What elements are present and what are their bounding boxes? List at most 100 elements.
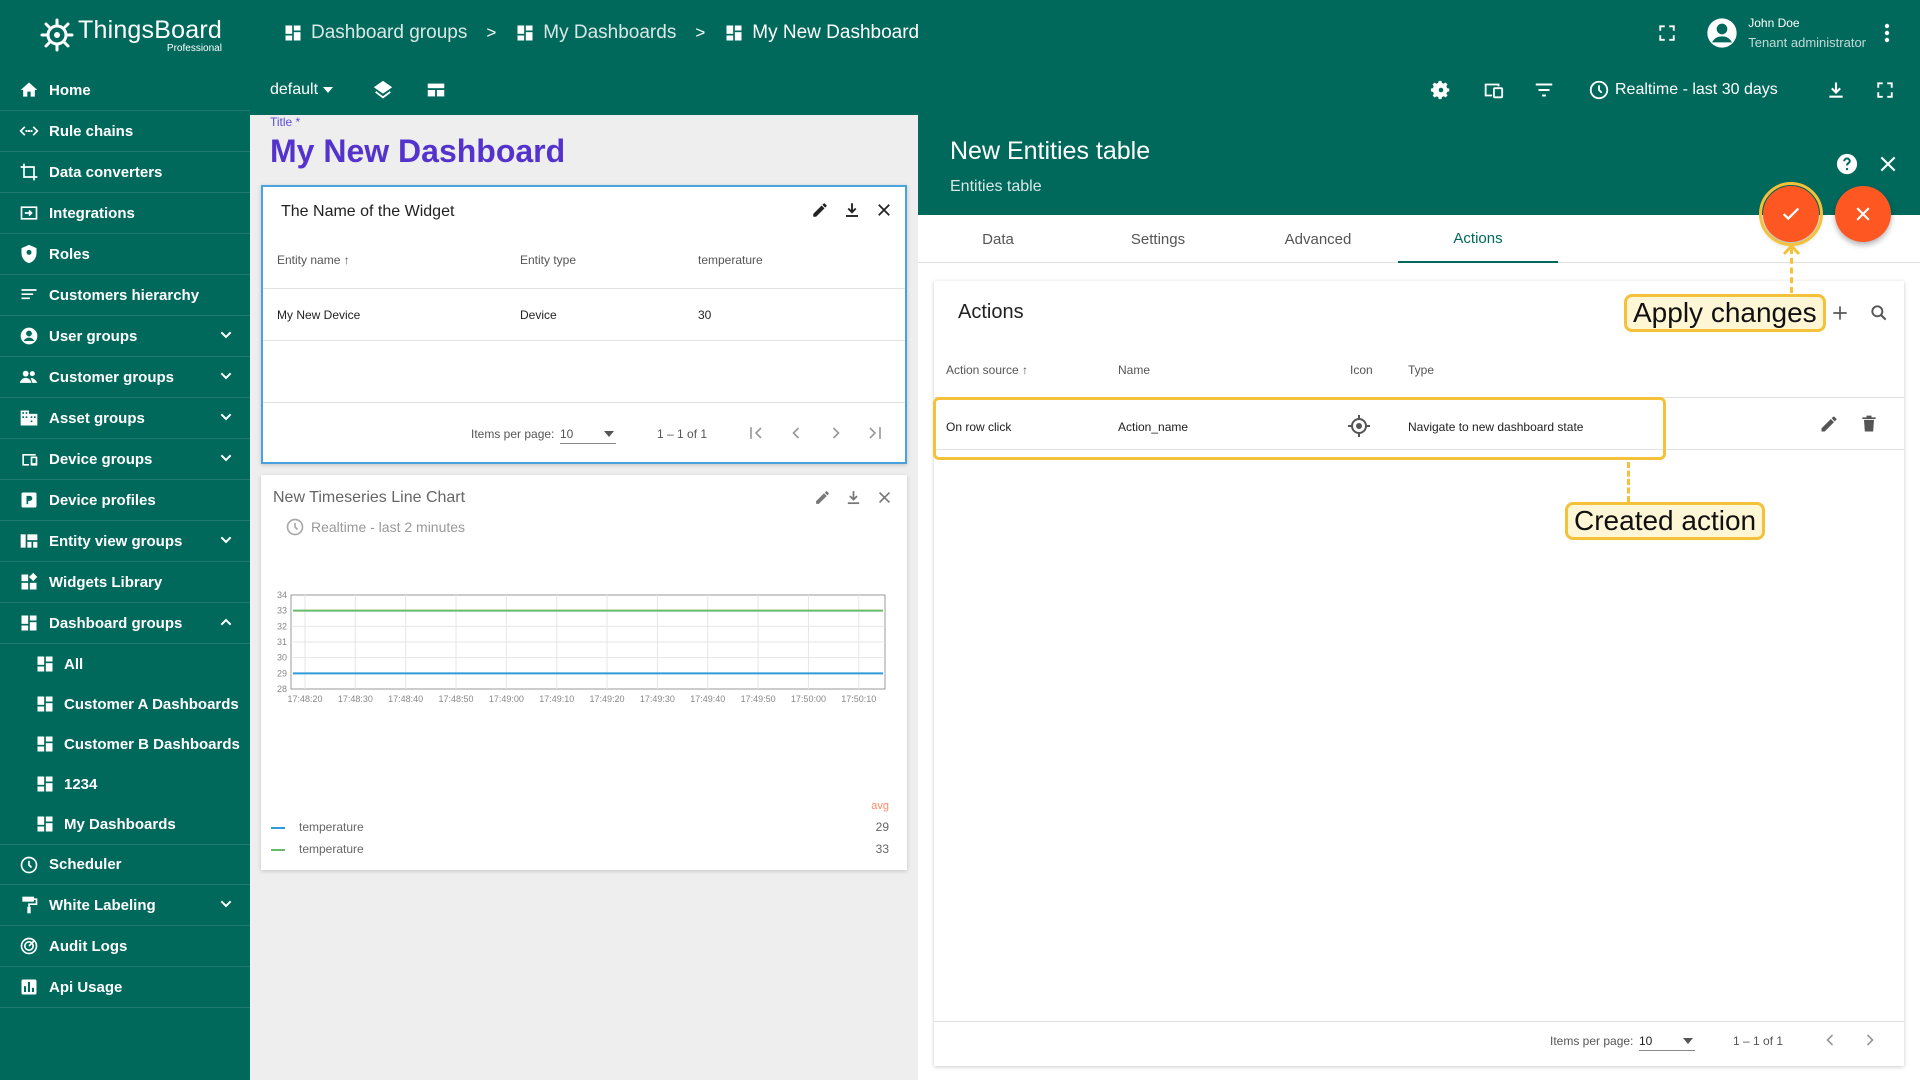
account-icon [18, 325, 40, 347]
timewindow-button[interactable]: Realtime - last 30 days [1588, 65, 1778, 115]
column-header-type[interactable]: Type [1408, 363, 1434, 377]
sidebar-subitem-customer-b[interactable]: Customer B Dashboards [0, 724, 250, 764]
y-tick-label: 28 [277, 684, 287, 694]
sidebar-item-label: Home [49, 81, 91, 99]
sidebar-item-label: Device profiles [49, 491, 156, 509]
chevron-down-icon[interactable] [218, 409, 234, 425]
breadcrumb-dashboard-groups[interactable]: Dashboard groups [283, 22, 467, 44]
settings-button[interactable] [1430, 65, 1452, 115]
chevron-up-icon[interactable] [218, 614, 234, 630]
column-header-name[interactable]: Name [1118, 363, 1150, 377]
last-page-icon[interactable] [865, 423, 885, 443]
help-icon[interactable] [1836, 153, 1858, 175]
column-header-entity-name[interactable]: Entity name ↑ [277, 253, 350, 267]
sidebar-item-rule-chains[interactable]: Rule chains [0, 111, 250, 152]
sidebar-item-label: Data converters [49, 163, 163, 181]
download-icon[interactable] [845, 489, 862, 506]
breadcrumb-separator: > [695, 22, 706, 42]
column-header-entity-type[interactable]: Entity type [520, 253, 576, 267]
download-icon [1826, 80, 1846, 100]
legend-swatch [271, 849, 285, 851]
sidebar-item-customers-hierarchy[interactable]: Customers hierarchy [0, 275, 250, 316]
legend-header-avg: avg [871, 800, 889, 812]
chevron-down-icon[interactable] [218, 327, 234, 343]
legend-label: temperature [299, 842, 364, 856]
search-icon[interactable] [1869, 303, 1889, 323]
thingsboard-logo-icon [40, 18, 74, 52]
edit-icon[interactable] [1819, 414, 1839, 434]
sidebar-item-home[interactable]: Home [0, 70, 250, 111]
sidebar-item-device-groups[interactable]: Device groups [0, 439, 250, 480]
sidebar-item-widgets-library[interactable]: Widgets Library [0, 562, 250, 603]
sidebar-item-integrations[interactable]: Integrations [0, 193, 250, 234]
sidebar-item-customer-groups[interactable]: Customer groups [0, 357, 250, 398]
next-page-icon[interactable] [1860, 1030, 1880, 1050]
sidebar-item-roles[interactable]: Roles [0, 234, 250, 275]
insert-chart-icon [18, 976, 40, 998]
legend-item[interactable]: temperature 29 [271, 820, 889, 838]
fullscreen-icon[interactable] [1658, 24, 1676, 42]
sidebar-item-white-labeling[interactable]: White Labeling [0, 885, 250, 926]
user-info[interactable]: John Doe Tenant administrator [1748, 16, 1866, 50]
breadcrumb-my-dashboards[interactable]: My Dashboards [515, 22, 676, 44]
delete-icon[interactable] [1859, 414, 1879, 434]
breadcrumb-separator: > [486, 22, 497, 42]
filter-button[interactable] [1533, 65, 1555, 115]
sidebar-subitem-customer-a[interactable]: Customer A Dashboards [0, 684, 250, 724]
column-header-action-source[interactable]: Action source ↑ [946, 363, 1028, 377]
title-input[interactable]: My New Dashboard [270, 133, 565, 170]
prev-page-icon[interactable] [1820, 1030, 1840, 1050]
sidebar-subitem-my-dashboards[interactable]: My Dashboards [0, 804, 250, 844]
prev-page-icon[interactable] [786, 423, 806, 443]
timeseries-chart-widget[interactable]: New Timeseries Line Chart Realtime - las… [261, 475, 907, 870]
state-select-value: default [270, 81, 319, 98]
close-icon[interactable] [1878, 154, 1898, 174]
devices-layout-button[interactable] [1481, 65, 1505, 115]
sidebar-item-audit-logs[interactable]: Audit Logs [0, 926, 250, 967]
logo[interactable]: ThingsBoard Professional [0, 0, 250, 70]
legend-label: temperature [299, 820, 364, 834]
sidebar-item-dashboard-groups[interactable]: Dashboard groups [0, 603, 250, 644]
column-header-temperature[interactable]: temperature [698, 253, 763, 267]
state-select[interactable]: default [270, 65, 334, 115]
layers-button[interactable] [372, 65, 394, 115]
next-page-icon[interactable] [826, 423, 846, 443]
add-icon[interactable] [1830, 303, 1850, 323]
sidebar-subitem-1234[interactable]: 1234 [0, 764, 250, 804]
sidebar-item-api-usage[interactable]: Api Usage [0, 967, 250, 1008]
chevron-down-icon[interactable] [218, 450, 234, 466]
y-tick-label: 32 [277, 621, 287, 631]
tab-advanced[interactable]: Advanced [1238, 215, 1398, 263]
tab-actions[interactable]: Actions [1398, 215, 1558, 263]
layout-button[interactable] [425, 65, 447, 115]
chevron-down-icon[interactable] [218, 368, 234, 384]
close-icon[interactable] [875, 201, 893, 219]
chevron-down-icon[interactable] [218, 896, 234, 912]
sidebar-item-data-converters[interactable]: Data converters [0, 152, 250, 193]
sidebar-item-entity-view-groups[interactable]: Entity view groups [0, 521, 250, 562]
chevron-down-icon[interactable] [218, 532, 234, 548]
more-vert-icon[interactable] [1884, 23, 1890, 43]
first-page-icon[interactable] [746, 423, 766, 443]
fullscreen-button[interactable] [1876, 65, 1894, 115]
download-icon[interactable] [843, 201, 861, 219]
edit-icon[interactable] [814, 489, 831, 506]
close-icon[interactable] [876, 489, 893, 506]
tab-data[interactable]: Data [918, 215, 1078, 263]
edit-icon[interactable] [811, 201, 829, 219]
tab-settings[interactable]: Settings [1078, 215, 1238, 263]
legend-swatch [271, 827, 285, 829]
export-button[interactable] [1826, 65, 1846, 115]
sidebar-item-asset-groups[interactable]: Asset groups [0, 398, 250, 439]
created-action-callout: Created action [1565, 502, 1766, 540]
items-per-page-select[interactable]: 10 [1639, 1034, 1695, 1051]
sidebar-subitem-all[interactable]: All [0, 644, 250, 684]
sidebar-item-device-profiles[interactable]: Device profiles [0, 480, 250, 521]
avatar[interactable] [1706, 17, 1738, 49]
entities-table-widget[interactable]: The Name of the Widget Entity name ↑ Ent… [261, 185, 907, 464]
sidebar-item-scheduler[interactable]: Scheduler [0, 844, 250, 885]
decline-button[interactable] [1835, 186, 1891, 242]
legend-item[interactable]: temperature 33 [271, 842, 889, 860]
sidebar-item-user-groups[interactable]: User groups [0, 316, 250, 357]
items-per-page-select[interactable]: 10 [560, 427, 616, 444]
